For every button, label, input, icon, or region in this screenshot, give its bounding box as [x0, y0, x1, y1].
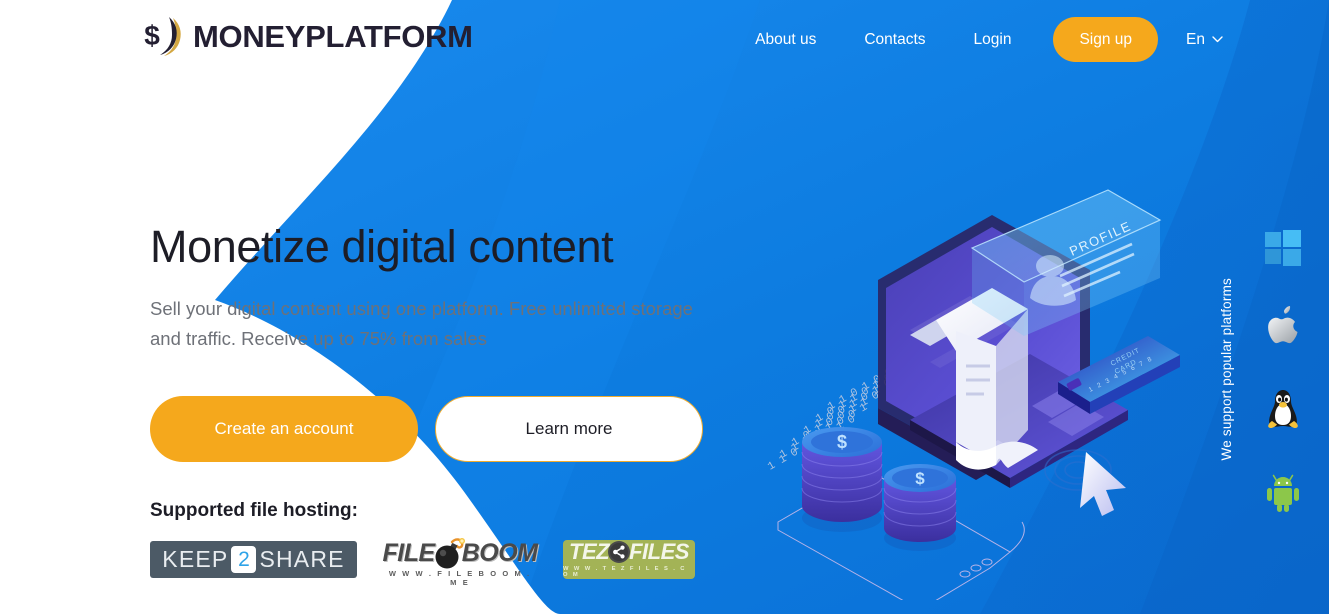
svg-text:$: $: [144, 20, 160, 51]
learn-more-button[interactable]: Learn more: [435, 396, 703, 463]
fileboom-part1: FILE: [382, 538, 436, 567]
keep2share-part2: SHARE: [259, 545, 345, 572]
sign-up-button[interactable]: Sign up: [1053, 17, 1159, 62]
apple-icon: [1262, 304, 1304, 346]
brand-name: MONEYPLATFORM: [193, 18, 473, 54]
android-icon: [1262, 472, 1304, 514]
nav-link-about-us[interactable]: About us: [731, 18, 840, 62]
supported-platforms-rail: We support popular platforms: [1219, 228, 1309, 538]
chevron-down-icon: [1212, 36, 1223, 43]
platforms-label: We support popular platforms: [1219, 278, 1234, 461]
dollar-crescent-icon: $: [142, 14, 182, 58]
supported-hosting-logos: KEEP 2 SHARE FILE BOOM W W W . F I L E B…: [150, 537, 750, 587]
brand-logo[interactable]: $ MONEYPLATFORM: [142, 14, 473, 58]
keep2share-part1: KEEP: [162, 545, 229, 572]
logo-keep2share[interactable]: KEEP 2 SHARE: [150, 540, 357, 578]
language-label: En: [1186, 30, 1205, 48]
main-nav: About us Contacts Login Sign up En: [731, 17, 1223, 62]
hero-cta-row: Create an account Learn more: [150, 396, 750, 463]
nav-link-contacts[interactable]: Contacts: [840, 18, 949, 62]
bomb-icon: [435, 537, 465, 569]
page-title: Monetize digital content: [150, 221, 614, 272]
logo-fileboom[interactable]: FILE BOOM W W W . F I L E B O O M . M E: [382, 537, 538, 587]
supported-hosting-title: Supported file hosting:: [150, 500, 358, 522]
windows-icon: [1262, 228, 1304, 270]
hero-section: Monetize digital content Sell your digit…: [150, 221, 750, 587]
language-selector[interactable]: En: [1186, 31, 1223, 49]
tezfiles-url: W W W . T E Z F I L E S . C O M: [563, 566, 687, 579]
fileboom-part2: BOOM: [461, 538, 538, 567]
nav-link-login[interactable]: Login: [950, 18, 1036, 62]
keep2share-badge: 2: [231, 545, 257, 573]
site-header: $ MONEYPLATFORM About us Contacts Login …: [0, 0, 1329, 78]
create-account-button[interactable]: Create an account: [150, 396, 418, 463]
hero-subtitle: Sell your digital content using one plat…: [150, 298, 693, 350]
share-icon: [608, 540, 631, 564]
linux-tux-icon: [1262, 388, 1304, 430]
landing-page: 1 1 0 1 0 0 1 0 1 1 0 1 1 0 0 1 1 0 1 0 …: [0, 0, 1329, 614]
tezfiles-part1: TEZ: [569, 539, 610, 565]
logo-tezfiles[interactable]: TEZ FILES W W W . T E Z F I L E S . C O …: [563, 539, 695, 579]
tezfiles-part2: FILES: [629, 539, 689, 565]
fileboom-url: W W W . F I L E B O O M . M E: [388, 569, 532, 588]
